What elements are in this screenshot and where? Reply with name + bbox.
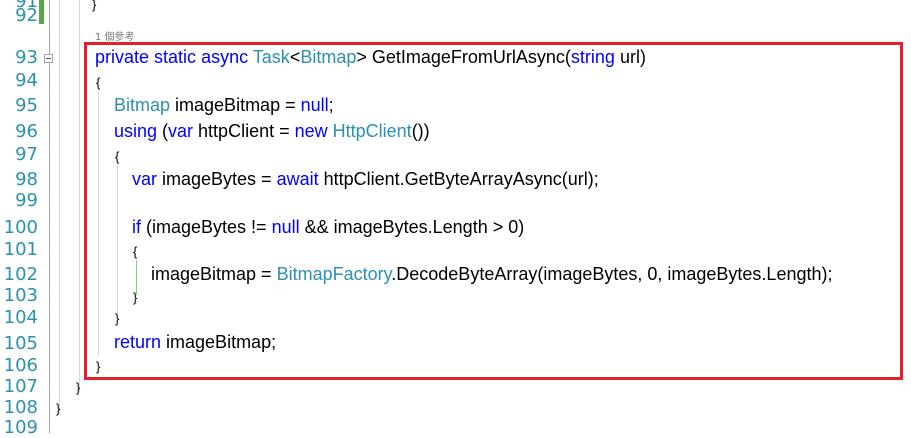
line-number: 93 (15, 47, 38, 68)
codelens-references-link[interactable]: 1 個參考 (95, 28, 135, 43)
line-number: 102 (3, 264, 38, 285)
outline-line (49, 0, 50, 54)
code-editor[interactable]: 91 92 93 94 95 96 97 98 99 100 101 102 1… (0, 0, 911, 438)
code-line-96[interactable]: using (var httpClient = new HttpClient()… (114, 120, 430, 142)
code-line-93[interactable]: private static async Task<Bitmap> GetIma… (95, 46, 646, 68)
line-number: 96 (15, 121, 38, 142)
change-indicator-bar (39, 0, 44, 24)
line-number: 104 (3, 307, 38, 328)
code-line-106[interactable]: } (96, 356, 100, 378)
code-line-107[interactable]: } (76, 377, 80, 399)
line-number: 97 (15, 144, 38, 165)
line-number: 108 (3, 397, 38, 418)
code-line-102[interactable]: imageBitmap = BitmapFactory.DecodeByteAr… (151, 263, 832, 285)
line-number: 95 (15, 95, 38, 116)
code-line-94[interactable]: { (96, 72, 100, 94)
line-number: 105 (3, 333, 38, 354)
code-line-101[interactable]: { (133, 241, 137, 263)
line-number: 101 (3, 239, 38, 260)
indent-guide (98, 92, 99, 356)
highlight-annotation-box (84, 42, 903, 380)
code-line-103[interactable]: } (133, 287, 137, 309)
collapse-toggle-icon[interactable] (44, 54, 53, 63)
line-number: 100 (3, 217, 38, 238)
code-line-98[interactable]: var imageBytes = await httpClient.GetByt… (132, 168, 599, 190)
line-number: 109 (3, 417, 38, 438)
code-line-105[interactable]: return imageBitmap; (114, 331, 276, 353)
code-line-100[interactable]: if (imageBytes != null && imageBytes.Len… (132, 216, 524, 238)
line-number: 92 (15, 5, 38, 26)
line-number: 98 (15, 169, 38, 190)
indent-guide (59, 0, 60, 413)
line-number: 107 (3, 376, 38, 397)
line-number: 99 (15, 190, 38, 211)
outline-line (49, 63, 50, 433)
code-brace: } (92, 0, 97, 12)
line-number: 106 (3, 355, 38, 376)
code-line-108[interactable]: } (56, 398, 60, 420)
indent-guide (79, 0, 80, 392)
indent-guide (117, 164, 118, 314)
line-number: 103 (3, 285, 38, 306)
code-line-97[interactable]: { (115, 146, 119, 168)
line-number: 94 (15, 70, 38, 91)
code-line-104[interactable]: } (115, 308, 119, 330)
code-line-95[interactable]: Bitmap imageBitmap = null; (114, 94, 334, 116)
